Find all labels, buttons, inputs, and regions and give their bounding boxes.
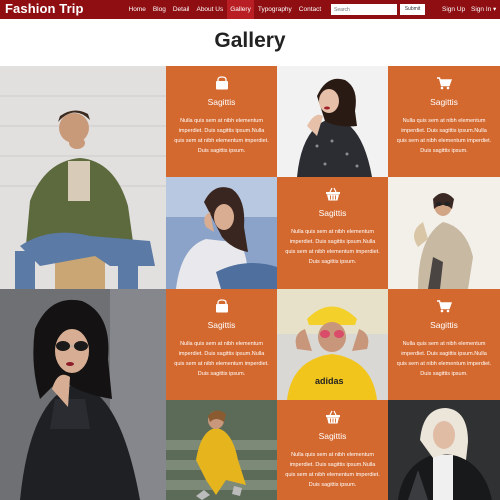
tile-title: Sagittis [207, 320, 236, 330]
sign-in-dropdown[interactable]: Sign In ▾ [471, 0, 496, 19]
basket-icon [325, 410, 340, 424]
nav-links: Home Blog Detail About Us Gallery Typogr… [125, 0, 325, 19]
tile-body: Nulla quis sem at nibh elementum imperdi… [285, 452, 380, 488]
search-submit-button[interactable]: Submit [400, 4, 425, 15]
gallery-photo-woman-beige-coat[interactable] [388, 177, 500, 289]
gallery-tile[interactable]: Sagittis Nulla quis sem at nibh elementu… [388, 289, 500, 400]
nav-link-home[interactable]: Home [125, 0, 149, 19]
basket-icon [325, 187, 340, 201]
shirt-print: adidas [315, 376, 344, 386]
gallery-photo-girl-yellow-hat[interactable]: adidas [277, 289, 388, 400]
girl-yellow-hat-image: adidas [277, 289, 388, 400]
tile-body: Nulla quis sem at nibh elementum imperdi… [396, 118, 492, 154]
nav-link-about-us[interactable]: About Us [193, 0, 227, 19]
nav-link-detail[interactable]: Detail [169, 0, 193, 19]
tile-body: Nulla quis sem at nibh elementum imperdi… [396, 341, 492, 377]
nav-link-typography[interactable]: Typography [254, 0, 295, 19]
woman-beige-coat-image [388, 177, 500, 289]
brand-logo[interactable]: Fashion Trip [5, 1, 83, 16]
nav-link-contact[interactable]: Contact [295, 0, 324, 19]
tile-title: Sagittis [318, 431, 347, 441]
woman-leather-jacket-image [388, 400, 500, 500]
gallery-tile[interactable]: Sagittis Nulla quis sem at nibh elementu… [166, 289, 277, 400]
tile-body: Nulla quis sem at nibh elementum imperdi… [174, 341, 269, 377]
gallery-photo-man-on-stool[interactable] [0, 66, 166, 289]
tile-title: Sagittis [430, 320, 458, 330]
tile-body: Nulla quis sem at nibh elementum imperdi… [285, 229, 380, 265]
gallery-tile[interactable]: Sagittis Nulla quis sem at nibh elementu… [388, 66, 500, 177]
search-input[interactable] [331, 4, 397, 15]
gallery-tile[interactable]: Sagittis Nulla quis sem at nibh elementu… [166, 66, 277, 177]
nav-link-blog[interactable]: Blog [149, 0, 169, 19]
sign-up-link[interactable]: Sign Up [442, 0, 465, 19]
gallery-photo-woman-leather-jacket[interactable] [388, 400, 500, 500]
gallery-photo-woman-yellow-suit[interactable] [166, 400, 277, 500]
tile-body: Nulla quis sem at nibh elementum imperdi… [174, 118, 269, 154]
cart-icon [437, 77, 452, 90]
tile-title: Sagittis [430, 97, 458, 107]
gallery-photo-woman-dark-coat[interactable] [0, 289, 166, 500]
gallery-grid: Sagittis Nulla quis sem at nibh elementu… [0, 66, 500, 500]
man-on-stool-image [0, 66, 166, 289]
woman-jeans-image [166, 177, 277, 289]
gallery-photo-woman-polka-dot[interactable] [277, 66, 388, 177]
tile-title: Sagittis [207, 97, 236, 107]
shopping-bag-icon [215, 76, 228, 90]
gallery-tile[interactable]: Sagittis Nulla quis sem at nibh elementu… [277, 400, 388, 500]
cart-icon [437, 300, 452, 313]
page-title: Gallery [214, 29, 286, 52]
woman-polka-dot-image [277, 66, 388, 177]
woman-dark-coat-image [0, 289, 166, 500]
woman-yellow-suit-image [166, 400, 277, 500]
tile-title: Sagittis [318, 208, 347, 218]
gallery-photo-woman-jeans[interactable] [166, 177, 277, 289]
gallery-tile[interactable]: Sagittis Nulla quis sem at nibh elementu… [277, 177, 388, 289]
page-header: Gallery [0, 19, 500, 66]
top-navbar: Fashion Trip Home Blog Detail About Us G… [0, 0, 500, 19]
shopping-bag-icon [215, 299, 228, 313]
nav-link-gallery[interactable]: Gallery [226, 0, 255, 19]
